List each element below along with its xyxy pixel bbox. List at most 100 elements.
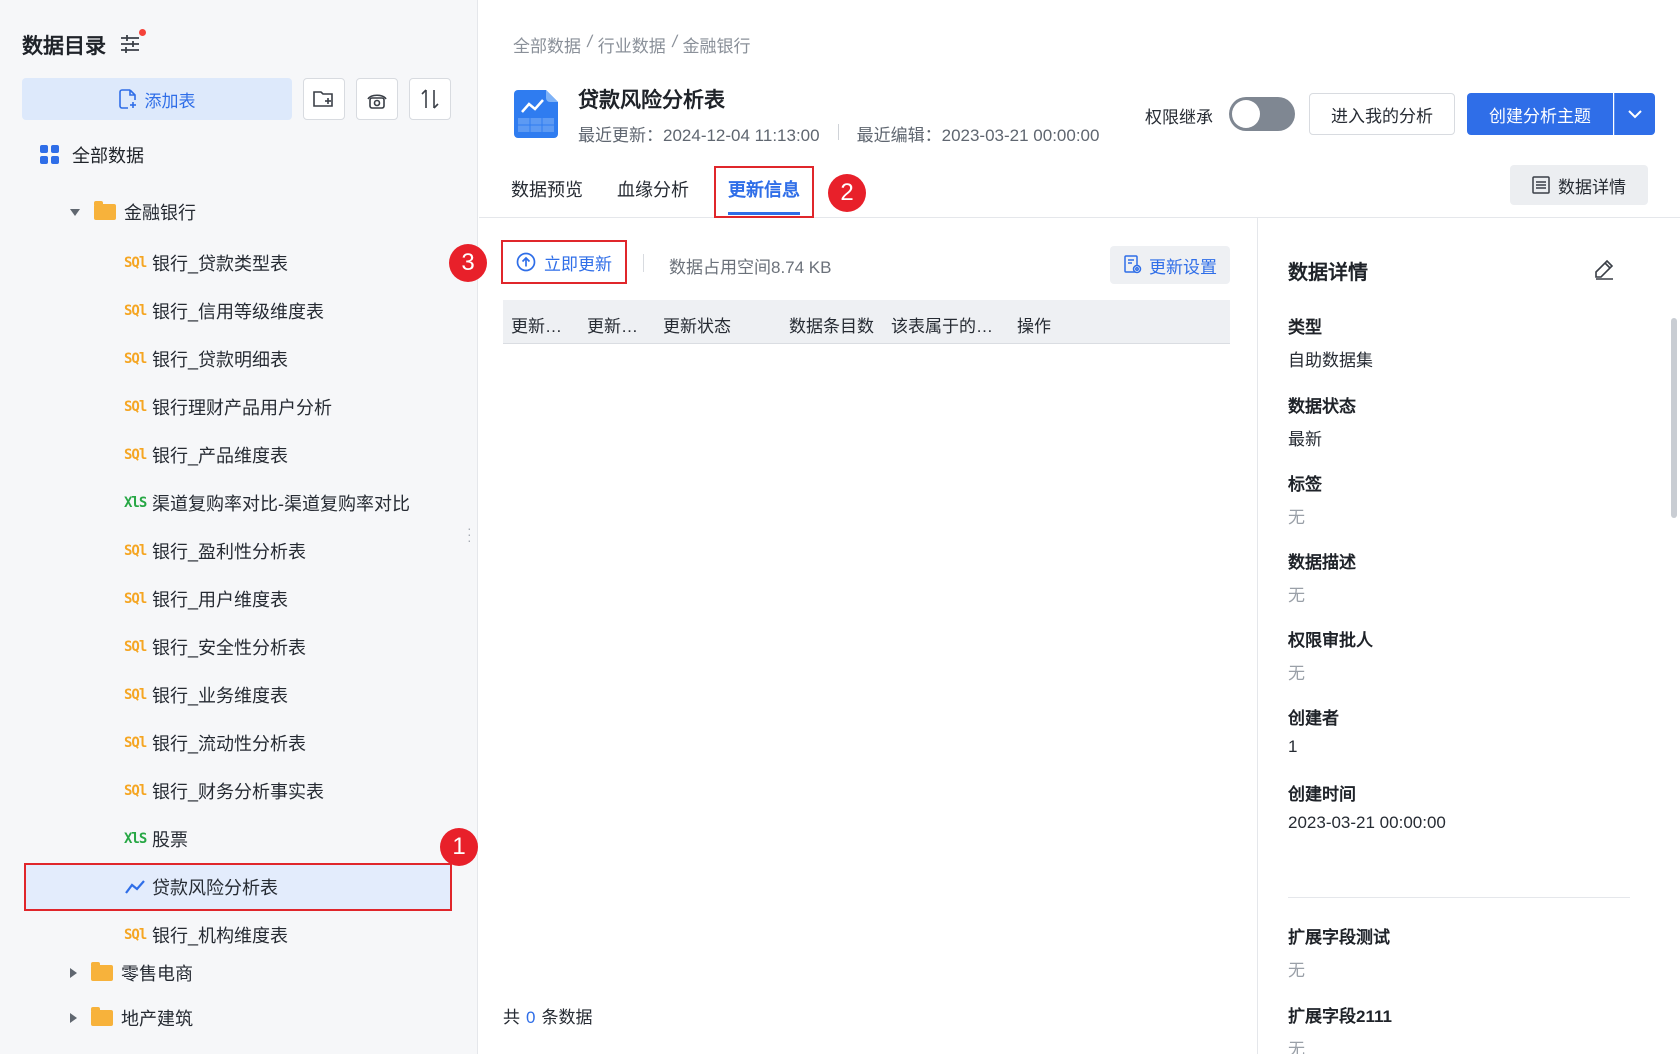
folder-icon: [91, 1007, 113, 1026]
upload-cloud-icon: [516, 252, 536, 272]
caret-right-icon[interactable]: [70, 1013, 77, 1023]
sql-file-icon: SQl: [124, 447, 147, 463]
column-header[interactable]: 更新…: [587, 312, 638, 337]
filter-settings-icon[interactable]: [118, 32, 142, 56]
data-detail-button[interactable]: 数据详情: [1510, 165, 1648, 205]
tree-folder-realestate[interactable]: 地产建筑: [70, 994, 193, 1042]
add-table-label: 添加表: [144, 91, 196, 111]
breadcrumb-item[interactable]: 全部数据: [513, 32, 581, 57]
tree-folder-finance[interactable]: 金融银行: [70, 188, 196, 236]
create-topic-dropdown-button[interactable]: [1614, 93, 1655, 135]
sort-icon: [421, 89, 439, 109]
tree-item-selected[interactable]: 贷款风险分析表: [124, 863, 278, 911]
storage-space-text: 数据占用空间8.74 KB: [669, 258, 832, 277]
field-label: 权限审批人: [1288, 631, 1373, 650]
tab-data-preview[interactable]: 数据预览: [511, 176, 583, 202]
column-header[interactable]: 该表属于的…: [891, 312, 993, 337]
column-header[interactable]: 更新状态: [663, 312, 731, 337]
meta-divider: [837, 124, 839, 140]
tree-item[interactable]: SQl 银行_用户维度表: [124, 575, 288, 623]
update-settings-button[interactable]: 更新设置: [1110, 246, 1230, 284]
field-value: 最新: [1288, 430, 1322, 449]
list-icon: [1532, 176, 1550, 194]
sort-button[interactable]: [409, 78, 451, 120]
xls-file-icon: XlS: [124, 495, 147, 511]
enter-my-analysis-button[interactable]: 进入我的分析: [1309, 93, 1455, 135]
column-header[interactable]: 数据条目数: [789, 312, 874, 337]
update-now-button[interactable]: 立即更新: [501, 240, 627, 284]
data-detail-panel: 数据详情 类型 自助数据集 数据状态 最新 标签无数据描述无权限审批人无创建者 1 创建时间…: [1257, 218, 1680, 1054]
permission-inherit-toggle[interactable]: [1229, 97, 1295, 131]
tree-item-label: 贷款风险分析表: [152, 878, 278, 898]
field-value: 1: [1288, 737, 1298, 756]
create-analysis-topic-button[interactable]: 创建分析主题: [1467, 93, 1613, 135]
tree-item-label: 银行_贷款类型表: [152, 254, 289, 274]
caret-right-icon[interactable]: [70, 968, 77, 978]
annotation-badge-3: 3: [449, 244, 487, 282]
settings-file-icon: [1124, 255, 1142, 274]
line-chart-icon: [125, 880, 145, 894]
tree-item[interactable]: SQl 银行_业务维度表: [124, 671, 288, 719]
tree-item[interactable]: SQl 银行_产品维度表: [124, 431, 288, 479]
sql-file-icon: SQl: [124, 687, 147, 703]
tree-item[interactable]: SQl 银行_贷款类型表: [124, 239, 288, 287]
toolbar-divider: [643, 254, 644, 272]
sql-file-icon: SQl: [124, 591, 147, 607]
edit-icon[interactable]: [1593, 258, 1615, 280]
tree-item[interactable]: SQl 银行_安全性分析表: [124, 623, 306, 671]
sql-file-icon: SQl: [124, 783, 147, 799]
main-content: 全部数据 / 行业数据 / 金融银行 贷款风险分析表 最近更新：2024-12-…: [449, 0, 1680, 1054]
view-permission-button[interactable]: [356, 78, 398, 120]
tree-item[interactable]: XlS 股票: [124, 815, 188, 863]
annotation-badge-1: 1: [440, 828, 478, 866]
folder-label: 金融银行: [124, 203, 196, 223]
data-catalog-sidebar: 数据目录 添加表 全部数据 金融银行 SQl 银行_贷款类型表 SQl 银行_信…: [0, 0, 478, 1054]
tree-item[interactable]: SQl 银行_财务分析事实表: [124, 767, 324, 815]
tab-lineage-analysis[interactable]: 血缘分析: [617, 176, 689, 202]
new-folder-button[interactable]: [303, 78, 345, 120]
tree-root-all-data[interactable]: 全部数据: [40, 142, 144, 168]
tree-item[interactable]: SQl 银行_流动性分析表: [124, 719, 306, 767]
sql-file-icon: SQl: [124, 303, 147, 319]
folder-icon: [94, 201, 116, 220]
tree-item[interactable]: SQl 银行_贷款明细表: [124, 335, 288, 383]
tab-bar: 数据预览 血缘分析 更新信息 数据详情: [479, 160, 1680, 218]
resize-handle[interactable]: · · ·: [467, 521, 472, 547]
column-header[interactable]: 更新…: [511, 312, 562, 337]
field-label: 创建者: [1288, 709, 1339, 728]
tree-item[interactable]: SQl 银行理财产品用户分析: [124, 383, 332, 431]
folder-icon: [91, 962, 113, 981]
tree-item-label: 银行_财务分析事实表: [152, 782, 325, 802]
record-count: 共 0 条数据: [503, 1003, 592, 1028]
tree-item-label: 银行_信用等级维度表: [152, 302, 325, 322]
breadcrumb-item[interactable]: 行业数据: [598, 32, 666, 57]
field-label: 标签: [1288, 475, 1322, 494]
sidebar-title: 数据目录: [22, 35, 106, 58]
field-label: 数据状态: [1288, 397, 1356, 416]
tree-root-label: 全部数据: [72, 146, 144, 166]
tree-item[interactable]: SQl 银行_盈利性分析表: [124, 527, 306, 575]
update-now-label: 立即更新: [544, 254, 612, 274]
sql-file-icon: SQl: [124, 351, 147, 367]
add-table-button[interactable]: 添加表: [22, 78, 292, 120]
field-value: 2023-03-21 00:00:00: [1288, 813, 1446, 832]
tree-item-label: 银行_机构维度表: [152, 926, 289, 946]
update-settings-label: 更新设置: [1149, 257, 1217, 277]
count-suffix: 条数据: [541, 1008, 593, 1027]
last-update-text: 最近更新：2024-12-04 11:13:00: [578, 126, 820, 145]
breadcrumb-item[interactable]: 金融银行: [682, 32, 750, 57]
tree-item[interactable]: SQl 银行_信用等级维度表: [124, 287, 324, 335]
panel-scrollbar[interactable]: [1671, 318, 1677, 518]
tree-item-label: 银行_业务维度表: [152, 686, 289, 706]
annotation-badge-2: 2: [828, 174, 866, 212]
field-value: 自助数据集: [1288, 351, 1373, 370]
tab-highlight-box: [714, 166, 814, 218]
field-value: 无: [1288, 664, 1305, 683]
sql-file-icon: SQl: [124, 255, 147, 271]
caret-down-icon[interactable]: [70, 208, 80, 216]
field-value: 无: [1288, 508, 1305, 527]
tree-folder-retail[interactable]: 零售电商: [70, 949, 193, 997]
tree-item[interactable]: XlS 渠道复购率对比-渠道复购率对比: [124, 479, 410, 527]
ext-field-label: 扩展字段测试: [1288, 928, 1390, 947]
panel-divider: [1288, 897, 1630, 898]
